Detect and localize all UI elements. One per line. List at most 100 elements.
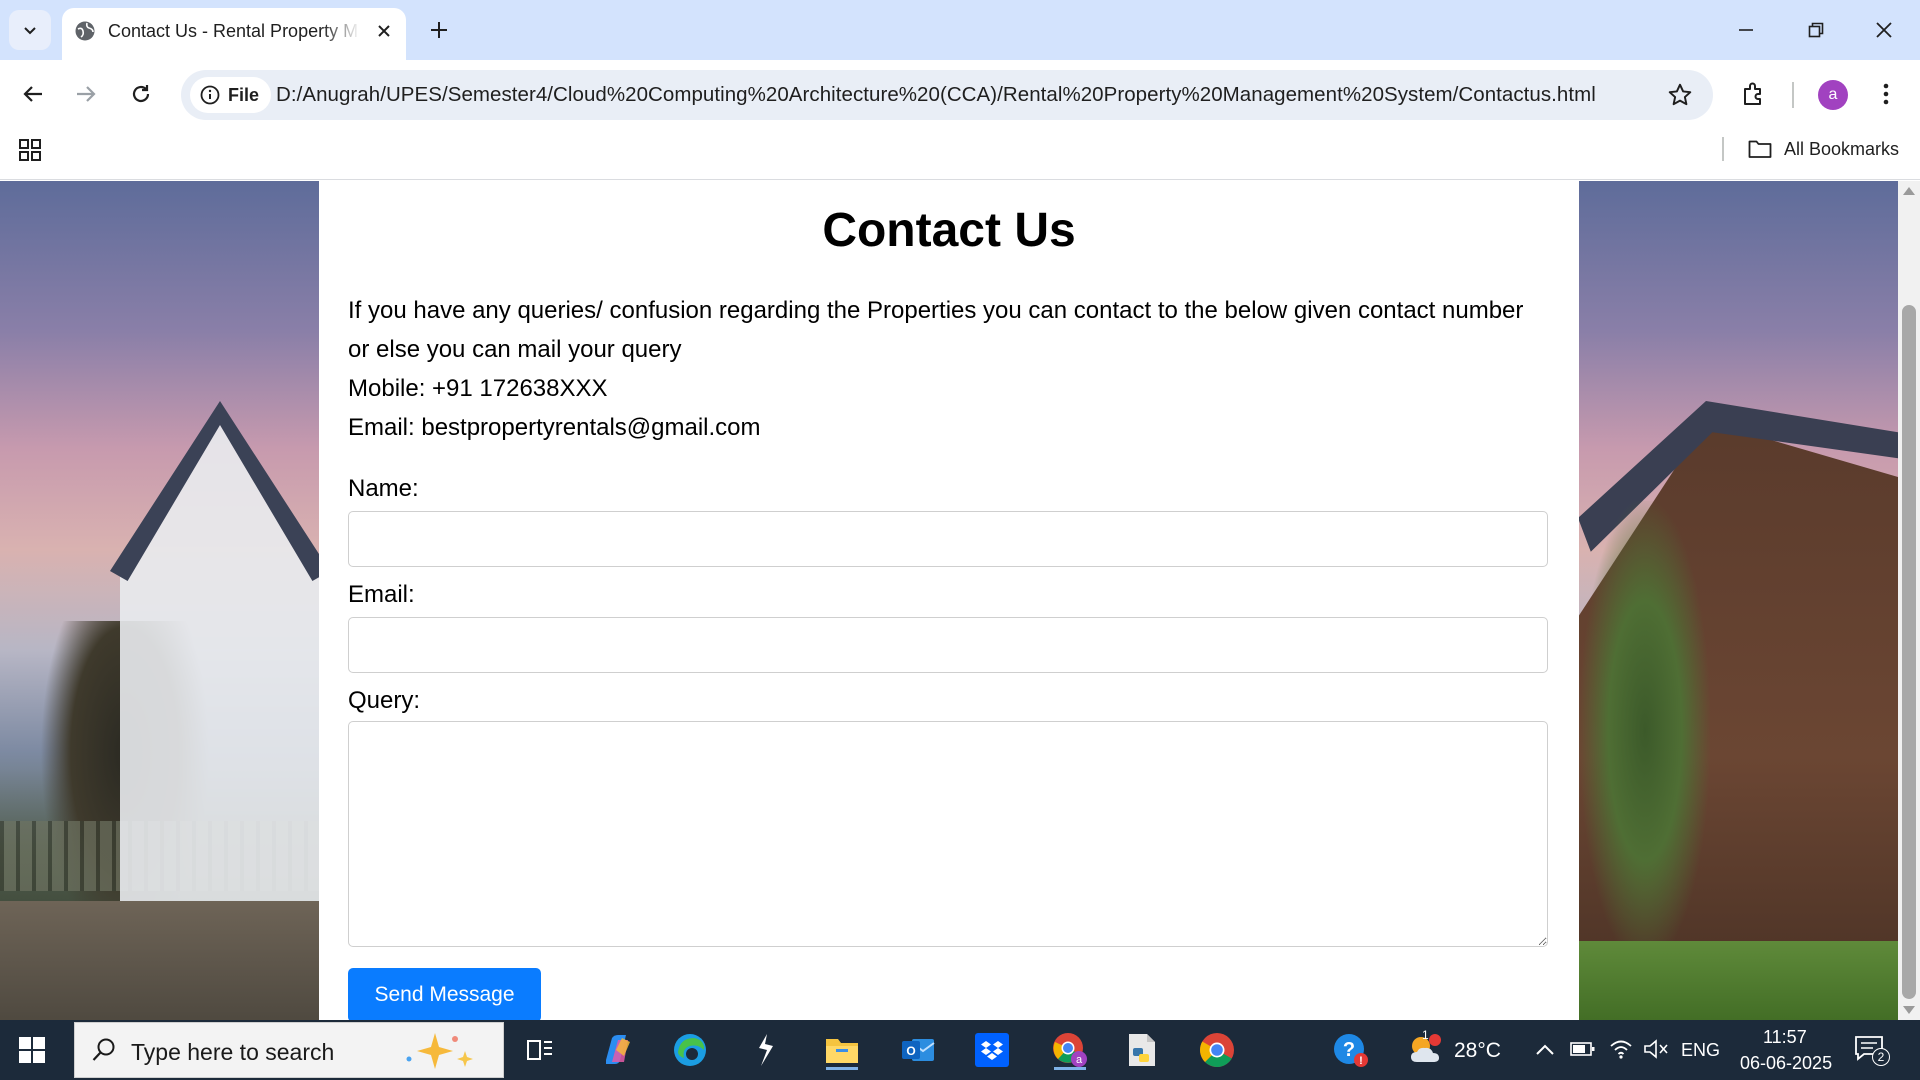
- url-text: D:/Anugrah/UPES/Semester4/Cloud%20Comput…: [276, 83, 1596, 106]
- tab-close-button[interactable]: [371, 18, 397, 44]
- reload-icon: [132, 85, 150, 103]
- chrome-profile-icon: a: [1053, 1033, 1087, 1067]
- contact-card: Contact Us If you have any queries/ conf…: [319, 181, 1579, 1020]
- active-app-indicator: [1054, 1067, 1086, 1070]
- help-icon: ?!: [1334, 1034, 1368, 1067]
- star-icon[interactable]: [1667, 82, 1693, 108]
- query-textarea[interactable]: [348, 721, 1548, 947]
- contact-email: Email: bestpropertyrentals@gmail.com: [348, 414, 761, 441]
- weather-temperature: 28°C: [1454, 1039, 1501, 1062]
- all-bookmarks-button[interactable]: All Bookmarks: [1748, 134, 1899, 164]
- tab-title: Contact Us - Rental Property M: [108, 21, 359, 41]
- new-tab-button[interactable]: [425, 16, 453, 44]
- minimize-button[interactable]: [1730, 14, 1762, 46]
- folder-icon: [826, 1039, 858, 1063]
- page-title: Contact Us: [822, 204, 1076, 257]
- profile-avatar[interactable]: a: [1818, 80, 1848, 110]
- page-viewport: Contact Us If you have any queries/ conf…: [0, 181, 1898, 1020]
- chevron-down-icon: [24, 27, 36, 35]
- chevron-up-icon[interactable]: [1535, 1042, 1555, 1056]
- close-icon: [378, 25, 390, 37]
- taskbar-lightning-app[interactable]: [745, 1030, 785, 1070]
- apps-grid-icon[interactable]: [18, 138, 42, 162]
- language-indicator[interactable]: ENG: [1681, 1040, 1720, 1061]
- taskbar-search-placeholder: Type here to search: [131, 1039, 335, 1065]
- intro-text-line-1: If you have any queries/ confusion regar…: [348, 297, 1524, 324]
- page-scrollbar[interactable]: [1898, 181, 1920, 1020]
- chrome-icon: [1200, 1033, 1234, 1067]
- puzzle-icon: [1744, 82, 1761, 105]
- taskbar-copilot-app[interactable]: [596, 1030, 636, 1070]
- active-app-indicator: [826, 1067, 858, 1070]
- tab-active[interactable]: Contact Us - Rental Property M: [62, 8, 406, 60]
- help-tips-button[interactable]: ?!: [1330, 1030, 1370, 1070]
- all-bookmarks-label: All Bookmarks: [1784, 138, 1900, 159]
- info-icon: [200, 85, 220, 105]
- email-field[interactable]: [348, 617, 1548, 673]
- search-icon: [92, 1038, 115, 1061]
- taskbar-outlook-app[interactable]: O: [898, 1030, 938, 1070]
- window-close-button[interactable]: [1868, 14, 1900, 46]
- background-tree-right: [1580, 501, 1710, 961]
- task-view-icon: [527, 1040, 552, 1060]
- clock-time[interactable]: 11:57: [1763, 1027, 1807, 1048]
- svg-text:a: a: [1076, 1054, 1083, 1066]
- taskbar: Type here to search O a ?! 1 28°C ENG 11…: [0, 1020, 1920, 1080]
- back-button[interactable]: [14, 75, 52, 113]
- site-chip-label: File: [228, 84, 260, 105]
- wifi-icon[interactable]: [1608, 1036, 1634, 1060]
- battery-icon[interactable]: [1570, 1040, 1596, 1058]
- taskbar-file-explorer-app[interactable]: [822, 1030, 862, 1070]
- restore-icon: [1808, 22, 1824, 38]
- lightning-icon: [759, 1034, 773, 1066]
- taskbar-chrome-app[interactable]: [1197, 1030, 1237, 1070]
- name-field[interactable]: [348, 511, 1548, 567]
- taskbar-python-app[interactable]: [1122, 1030, 1162, 1070]
- dropbox-icon: [975, 1033, 1009, 1067]
- restore-button[interactable]: [1800, 14, 1832, 46]
- email-label: Email:: [348, 581, 415, 608]
- tab-search-button[interactable]: [9, 10, 51, 50]
- weather-badge-count: 1: [1422, 1028, 1429, 1042]
- copilot-sparkle-icon: [406, 1033, 473, 1069]
- scroll-up-arrow-icon[interactable]: [1903, 187, 1915, 195]
- close-icon: [1876, 22, 1892, 38]
- send-message-button[interactable]: Send Message: [348, 968, 541, 1020]
- browser-toolbar: File D:/Anugrah/UPES/Semester4/Cloud%20C…: [0, 60, 1920, 130]
- extensions-button[interactable]: [1737, 77, 1771, 111]
- arrow-left-icon: [23, 86, 42, 102]
- plus-icon: [431, 22, 447, 38]
- minimize-icon: [1739, 29, 1753, 31]
- bookmarks-bar: All Bookmarks: [0, 130, 1920, 180]
- reload-button[interactable]: [122, 75, 160, 113]
- background-house-left: [120, 411, 320, 941]
- site-info-chip[interactable]: File: [190, 77, 272, 113]
- name-label: Name:: [348, 475, 419, 502]
- background-ground-left: [0, 901, 330, 1020]
- taskbar-edge-app[interactable]: [670, 1030, 710, 1070]
- bookmarks-separator: [1722, 137, 1724, 161]
- scroll-down-arrow-icon[interactable]: [1903, 1006, 1915, 1014]
- scrollbar-thumb[interactable]: [1902, 305, 1916, 999]
- tab-strip: Contact Us - Rental Property M: [0, 0, 1920, 60]
- windows-start-icon[interactable]: [18, 1036, 46, 1064]
- volume-muted-icon[interactable]: [1643, 1037, 1669, 1061]
- taskbar-search-box[interactable]: Type here to search: [74, 1022, 504, 1078]
- folder-icon: [1748, 140, 1772, 158]
- taskbar-dropbox-app[interactable]: [972, 1030, 1012, 1070]
- clock-date[interactable]: 06-06-2025: [1740, 1053, 1832, 1074]
- edge-icon: [674, 1034, 706, 1066]
- address-bar[interactable]: File D:/Anugrah/UPES/Semester4/Cloud%20C…: [181, 70, 1713, 120]
- task-view-button[interactable]: [520, 1030, 560, 1070]
- background-lawn-right: [1578, 941, 1898, 1020]
- python-file-icon: [1129, 1034, 1155, 1066]
- taskbar-chrome-profile-app[interactable]: a: [1046, 1030, 1094, 1070]
- query-label: Query:: [348, 687, 421, 714]
- mobile-number: Mobile: +91 172638XXX: [348, 375, 608, 402]
- arrow-right-icon: [77, 86, 96, 102]
- menu-button[interactable]: [1869, 77, 1903, 111]
- more-vertical-icon: [1883, 83, 1889, 105]
- notification-center-button[interactable]: 2: [1854, 1034, 1890, 1068]
- svg-text:?: ?: [1343, 1039, 1355, 1061]
- forward-button[interactable]: [67, 75, 105, 113]
